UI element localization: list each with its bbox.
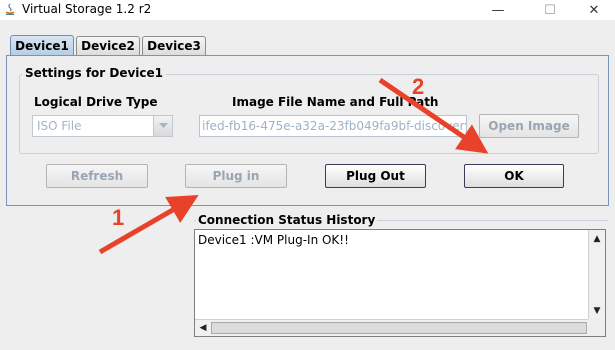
horizontal-scrollbar[interactable]: ◀ ▶ [195, 319, 605, 336]
plug-out-button[interactable]: Plug Out [325, 164, 426, 188]
open-image-button[interactable]: Open Image [479, 114, 579, 138]
tab-device2[interactable]: Device2 [76, 36, 140, 55]
java-app-icon [5, 3, 15, 15]
title-bar: Virtual Storage 1.2 r2 — ☐ ✕ [0, 0, 615, 20]
refresh-button[interactable]: Refresh [46, 164, 148, 188]
ok-button[interactable]: OK [464, 164, 564, 188]
scroll-thumb[interactable] [211, 322, 587, 334]
plug-in-button[interactable]: Plug in [185, 164, 287, 188]
drive-type-select[interactable]: ISO File [32, 115, 173, 137]
status-line: Device1 :VM Plug-In OK!! [198, 233, 349, 247]
chevron-down-icon[interactable] [153, 116, 172, 136]
scroll-down-icon[interactable]: ▼ [589, 303, 605, 319]
tab-device1[interactable]: Device1 [10, 35, 74, 55]
status-history-area[interactable]: Device1 :VM Plug-In OK!! ▲ ▼ ◀ ▶ [194, 229, 606, 337]
annotation-number-2: 2 [412, 74, 425, 99]
image-path-label: Image File Name and Full Path [232, 95, 439, 109]
annotation-number-1: 1 [112, 205, 125, 230]
image-path-field[interactable]: ifed-fb16-475e-a32a-23fb049fa9bf-discove… [199, 115, 467, 137]
window-title: Virtual Storage 1.2 r2 [22, 2, 152, 16]
drive-type-value: ISO File [37, 119, 82, 133]
tab-device3[interactable]: Device3 [142, 36, 206, 55]
vertical-scrollbar[interactable]: ▲ ▼ [588, 230, 605, 320]
status-title: Connection Status History [196, 213, 378, 227]
drive-type-label: Logical Drive Type [34, 95, 158, 109]
close-button[interactable]: ✕ [571, 0, 615, 20]
settings-group-title: Settings for Device1 [22, 66, 167, 80]
minimize-button[interactable]: — [475, 0, 521, 20]
maximize-button[interactable]: ☐ [527, 0, 573, 20]
image-path-value: ifed-fb16-475e-a32a-23fb049fa9bf-discove… [202, 119, 467, 133]
scroll-corner [588, 319, 605, 336]
scroll-up-icon[interactable]: ▲ [589, 231, 605, 247]
scroll-left-icon[interactable]: ◀ [195, 320, 211, 336]
